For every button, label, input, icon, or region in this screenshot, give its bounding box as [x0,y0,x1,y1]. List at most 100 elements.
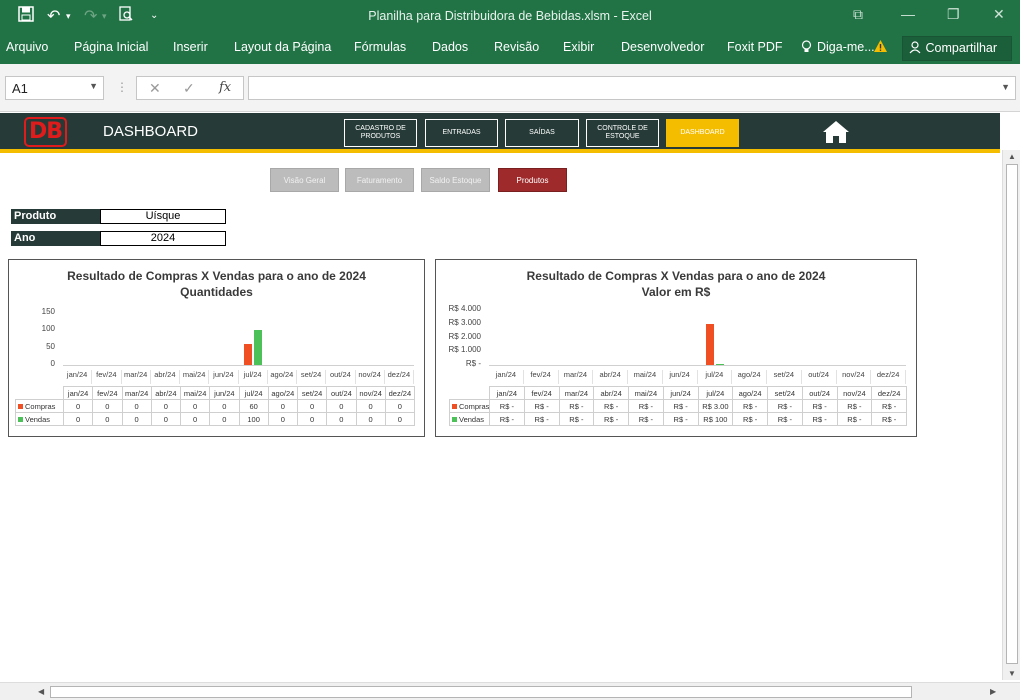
company-logo: DB [24,117,67,147]
formula-bar-area: A1 ▼ ⋮ ✕ ✓ fx ▼ [0,64,1020,112]
warning-icon[interactable] [873,39,888,56]
table-cell: R$ - [836,399,873,413]
close-icon[interactable]: ✕ [993,6,1005,23]
table-cell: 0 [267,399,299,413]
vertical-scrollbar[interactable]: ▲ ▼ [1002,150,1020,680]
tab-formulas[interactable]: Fórmulas [354,40,406,54]
bar-compras-jul/24[interactable] [244,344,253,365]
saldo-estoque-button[interactable]: Saldo Estoque [421,168,490,192]
table-header-cell: fev/24 [523,386,560,400]
enter-icon[interactable]: ✓ [183,80,195,97]
insert-function-icon[interactable]: fx [219,80,231,95]
tab-exibir[interactable]: Exibir [563,40,594,54]
x-tick-label: jul/24 [239,370,268,384]
horizontal-scrollbar[interactable]: ◀ ▶ [0,682,1020,700]
legend-swatch-compras [18,404,23,410]
chart-title: Resultado de Compras X Vendas para o ano… [436,268,916,300]
produtos-button[interactable]: Produtos [498,168,567,192]
legend-label: Compras [459,401,490,411]
drag-handle-icon[interactable]: ⋮ [116,80,128,94]
nav-saidas-button[interactable]: SAÍDAS [505,119,579,147]
nav-entradas-button[interactable]: ENTRADAS [425,119,498,147]
legend-swatch-vendas [452,417,457,423]
tab-revisao[interactable]: Revisão [494,40,539,54]
table-header-cell: nov/24 [355,386,386,400]
x-tick-label: dez/24 [385,370,414,384]
formula-input[interactable]: ▼ [248,76,1016,100]
cancel-icon[interactable]: ✕ [149,80,161,97]
valor-chart[interactable]: Resultado de Compras X Vendas para o ano… [435,259,917,437]
ribbon-display-icon[interactable]: ⧉ [853,6,863,23]
table-cell: 0 [62,399,94,413]
x-tick-label: mai/24 [180,370,210,384]
table-header-cell: mai/24 [179,386,211,400]
scroll-left-icon[interactable]: ◀ [38,687,44,696]
x-tick-label: mai/24 [628,370,663,384]
legend-label: Vendas [459,414,485,424]
share-button[interactable]: Compartilhar [902,36,1012,61]
table-row: Compras R$ - R$ - R$ - R$ - R$ - R$ - R$ 3.00 R$… [449,399,907,413]
y-tick-label: R$ - [465,359,481,368]
tab-foxit-pdf[interactable]: Foxit PDF [727,40,783,54]
table-cell: R$ - [628,399,664,413]
table-cell: R$ - [836,412,873,426]
table-corner-cell [16,387,64,400]
table-cell: 0 [384,412,416,426]
minimize-icon[interactable]: — [901,6,915,22]
title-bar: ↶ ▾ ↷ ▾ ⌄ Planilha para Distribuidora de… [0,0,1020,34]
faturamento-button[interactable]: Faturamento [345,168,414,192]
table-header-cell: abr/24 [150,386,182,400]
tab-desenvolvedor[interactable]: Desenvolvedor [621,40,704,54]
nav-dashboard-button[interactable]: DASHBOARD [666,119,739,147]
vertical-scroll-thumb[interactable] [1006,164,1018,664]
bar-vendas-jul/24[interactable] [715,363,724,365]
x-tick-label: ago/24 [732,370,767,384]
horizontal-scroll-thumb[interactable] [50,686,912,698]
header-accent-line [0,149,1000,153]
scroll-up-icon[interactable]: ▲ [1008,152,1016,161]
restore-icon[interactable]: ❐ [947,6,960,23]
tab-inserir[interactable]: Inserir [173,40,208,54]
table-cell: 0 [179,399,211,413]
table-cell: R$ - [489,412,525,426]
table-cell: R$ 3.00 [697,399,734,413]
expand-formula-icon[interactable]: ▼ [1001,82,1010,92]
ribbon-tabs: Arquivo Página Inicial Inserir Layout da… [0,34,1020,64]
x-tick-label: abr/24 [151,370,180,384]
ano-label: Ano [11,231,100,246]
tab-pagina-inicial[interactable]: Página Inicial [74,40,148,54]
table-header-cell: jan/24 [62,386,94,400]
y-tick-label: R$ 4.000 [448,304,481,313]
tab-arquivo[interactable]: Arquivo [6,40,48,54]
x-tick-label: jan/24 [63,370,93,384]
home-icon[interactable] [822,120,850,144]
table-cell: R$ - [523,412,560,426]
bar-compras-jul/24[interactable] [705,323,714,365]
nav-controle-de-estoque-button[interactable]: CONTROLE DE ESTOQUE [586,119,659,147]
produto-label: Produto [11,209,100,224]
quantidades-chart[interactable]: Resultado de Compras X Vendas para o ano… [8,259,425,437]
visao-geral-button[interactable]: Visão Geral [270,168,339,192]
table-row: Compras 0 0 0 0 0 0 60 0 0 0 0 0 [15,399,416,413]
chart-title-line: Resultado de Compras X Vendas para o ano… [526,269,826,283]
tell-me-input[interactable]: Diga-me... [817,40,875,54]
tab-layout-da-pagina[interactable]: Layout da Página [234,40,331,54]
x-tick-label: ago/24 [268,370,297,384]
bar-vendas-jul/24[interactable] [254,330,263,365]
scroll-down-icon[interactable]: ▼ [1008,669,1016,678]
nav-cadastro-de-produtos-button[interactable]: CADASTRO DE PRODUTOS [344,119,417,147]
table-cell: R$ - [871,412,907,426]
x-tick-label: fev/24 [92,370,122,384]
scroll-right-icon[interactable]: ▶ [990,687,996,696]
y-tick-label: 150 [41,307,55,316]
chart-title-line: Resultado de Compras X Vendas para o ano… [67,269,366,283]
chevron-down-icon[interactable]: ▼ [89,81,98,91]
produto-value-cell[interactable]: Uísque [100,209,226,224]
x-tick-label: mar/24 [122,370,151,384]
ano-value-cell[interactable]: 2024 [100,231,226,246]
table-cell: 0 [296,412,328,426]
table-header-cell: jan/24 [489,386,525,400]
tab-dados[interactable]: Dados [432,40,468,54]
name-box[interactable]: A1 ▼ [5,76,104,100]
table-cell: 0 [150,412,182,426]
